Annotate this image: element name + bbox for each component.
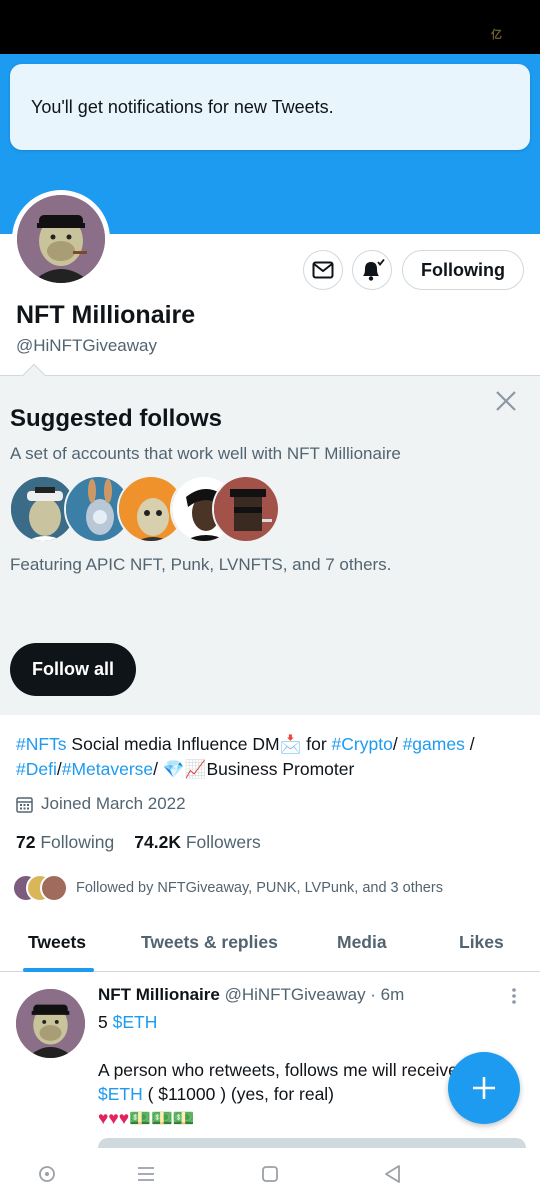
joined-date: Joined March 2022 [16,794,186,814]
suggested-avatar-5[interactable] [212,475,280,543]
avatar [40,874,68,902]
following-link[interactable]: 72 Following [16,832,114,853]
gem-chart-emoji-icon: 💎📈 [162,759,207,779]
followers-link[interactable]: 74.2K Followers [134,832,260,853]
menu-icon[interactable] [135,1163,157,1185]
tweet-header: NFT Millionaire @HiNFTGiveaway · 6m [98,985,404,1005]
tab-tweets[interactable]: Tweets [28,932,86,953]
compose-tweet-button[interactable] [448,1052,520,1124]
active-tab-indicator [23,968,94,972]
cashtag-eth[interactable]: $ETH [98,1084,143,1104]
followed-by[interactable]: Followed by NFTGiveaway, PUNK, LVPunk, a… [12,874,443,902]
profile-handle: @HiNFTGiveaway [16,336,157,355]
more-options-icon[interactable] [508,986,520,1006]
status-icon-text: 亿 [491,29,502,41]
followed-by-text: Followed by NFTGiveaway, PUNK, LVPunk, a… [76,880,443,896]
hashtag-crypto[interactable]: #Crypto [332,734,393,754]
tab-media[interactable]: Media [337,932,387,953]
suggested-subtitle: A set of accounts that work well with NF… [10,444,401,463]
suggested-title: Suggested follows [10,405,223,432]
status-bar: 亿 [0,0,540,54]
profile-avatar[interactable] [12,190,110,288]
tweet-avatar[interactable] [16,989,85,1058]
hashtag-nfts[interactable]: #NFTs [16,734,67,754]
tweet-handle-time: @HiNFTGiveaway · 6m [224,985,405,1004]
bell-check-icon [363,258,385,281]
assistant-icon[interactable] [36,1163,58,1185]
close-icon[interactable] [493,388,519,414]
back-icon[interactable] [382,1163,404,1185]
following-button[interactable]: Following [402,250,524,290]
profile-tabs: Tweets Tweets & replies Media Likes [0,918,540,972]
plus-icon [473,1077,495,1099]
tab-tweets-replies[interactable]: Tweets & replies [141,932,278,953]
home-icon[interactable] [259,1163,281,1185]
message-button[interactable] [303,250,343,290]
inbox-emoji-icon: 📩 [279,734,302,754]
profile-bio: #NFTs Social media Influence DM📩 for #Cr… [16,734,475,779]
toast-text: You'll get notifications for new Tweets. [31,96,334,117]
tweet-media-card[interactable] [98,1138,526,1148]
follow-stats: 72 Following 74.2K Followers [16,832,261,853]
calendar-icon [16,796,33,813]
envelope-icon [312,261,334,279]
cashtag-eth[interactable]: $ETH [113,1012,158,1032]
hashtag-games[interactable]: #games [403,734,465,754]
tweet-author[interactable]: NFT Millionaire [98,985,220,1004]
follow-all-button[interactable]: Follow all [10,643,136,696]
profile-name: NFT Millionaire [16,301,196,329]
hashtag-metaverse[interactable]: #Metaverse [62,759,153,779]
tab-likes[interactable]: Likes [459,932,504,953]
suggested-featuring: Featuring APIC NFT, Punk, LVNFTS, and 7 … [10,555,392,574]
notifications-button[interactable] [352,250,392,290]
notification-toast: You'll get notifications for new Tweets. [10,64,530,150]
hashtag-defi[interactable]: #Defi [16,759,57,779]
